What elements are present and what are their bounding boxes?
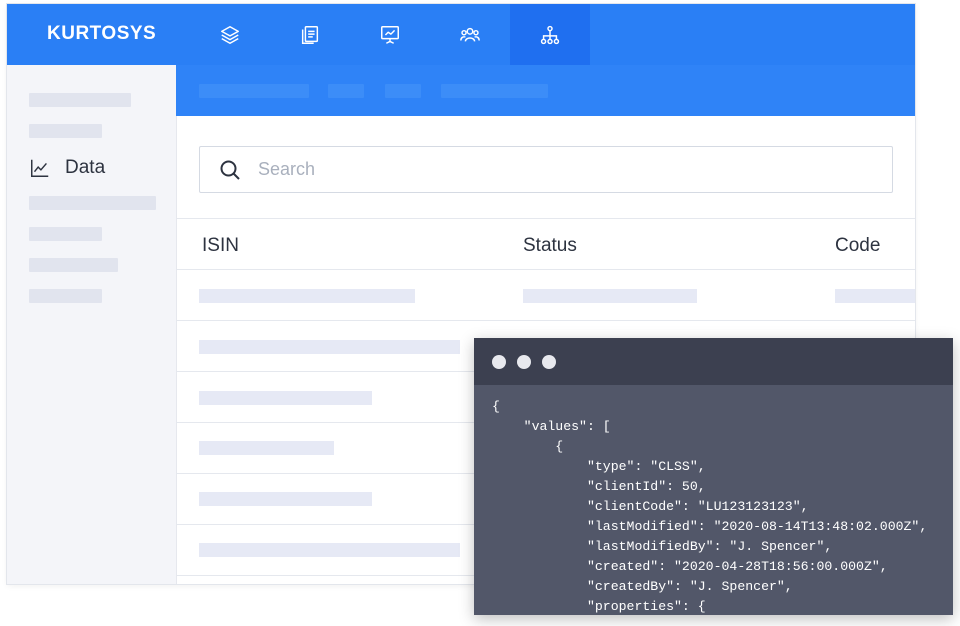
logo[interactable]: KURTOSYS (47, 23, 156, 45)
sidebar-item-placeholder[interactable] (29, 227, 102, 241)
breadcrumb-bar (176, 65, 915, 116)
search-box[interactable] (199, 146, 893, 193)
sidebar-item-label: Data (65, 157, 106, 178)
code-line: { (492, 399, 500, 414)
divider (176, 218, 915, 219)
sidebar-item-placeholder[interactable] (29, 124, 102, 138)
code-line: "createdBy": "J. Spencer", (492, 579, 793, 594)
column-header-isin[interactable]: ISIN (202, 235, 239, 257)
documents-icon[interactable] (270, 4, 350, 65)
column-header-code[interactable]: Code (835, 235, 880, 257)
top-navbar: KURTOSYS (7, 4, 915, 65)
code-line: "clientCode": "LU123123123", (492, 499, 809, 514)
table-cell-placeholder (199, 441, 334, 455)
search-icon (220, 160, 240, 180)
divider (176, 269, 915, 270)
code-line: "properties": { (492, 599, 706, 614)
code-line: "created": "2020-04-28T18:56:00.000Z", (492, 559, 888, 574)
breadcrumb-placeholder[interactable] (199, 84, 309, 98)
code-line: "values": [ (492, 419, 611, 434)
breadcrumb-placeholder[interactable] (385, 84, 421, 98)
sidebar: Data (7, 65, 177, 584)
table-cell-placeholder (199, 340, 460, 354)
table-cell-placeholder (523, 289, 697, 303)
sidebar-item-placeholder[interactable] (29, 289, 102, 303)
code-line: "clientId": 50, (492, 479, 706, 494)
window-dot-icon[interactable] (542, 354, 556, 369)
sidebar-item-placeholder[interactable] (29, 93, 131, 107)
window-dot-icon[interactable] (517, 354, 531, 369)
breadcrumb-placeholder[interactable] (441, 84, 548, 98)
sidebar-item-placeholder[interactable] (29, 196, 156, 210)
code-window-titlebar (474, 338, 953, 385)
table-cell-placeholder (199, 289, 415, 303)
column-header-status[interactable]: Status (523, 235, 577, 257)
sitemap-icon[interactable] (510, 4, 590, 65)
table-cell-placeholder (199, 543, 460, 557)
code-line: "lastModified": "2020-08-14T13:48:02.000… (492, 519, 928, 534)
users-icon[interactable] (430, 4, 510, 65)
code-window: { "values": [ { "type": "CLSS", "clientI… (474, 338, 953, 615)
window-dot-icon[interactable] (492, 354, 506, 369)
layers-icon[interactable] (190, 4, 270, 65)
sidebar-item-placeholder[interactable] (29, 258, 118, 272)
breadcrumb-placeholder[interactable] (328, 84, 364, 98)
code-line: "lastModifiedBy": "J. Spencer", (492, 539, 833, 554)
sidebar-item-data[interactable]: Data (29, 157, 105, 179)
code-line: "type": "CLSS", (492, 459, 706, 474)
table-cell-placeholder (835, 289, 915, 303)
presentation-icon[interactable] (350, 4, 430, 65)
table-cell-placeholder (199, 391, 372, 405)
line-chart-icon (31, 159, 49, 177)
code-line: { (492, 439, 564, 454)
table-row-divider (176, 320, 915, 321)
search-input[interactable] (256, 158, 820, 181)
table-cell-placeholder (199, 492, 372, 506)
json-code-block: { "values": [ { "type": "CLSS", "clientI… (474, 385, 953, 615)
